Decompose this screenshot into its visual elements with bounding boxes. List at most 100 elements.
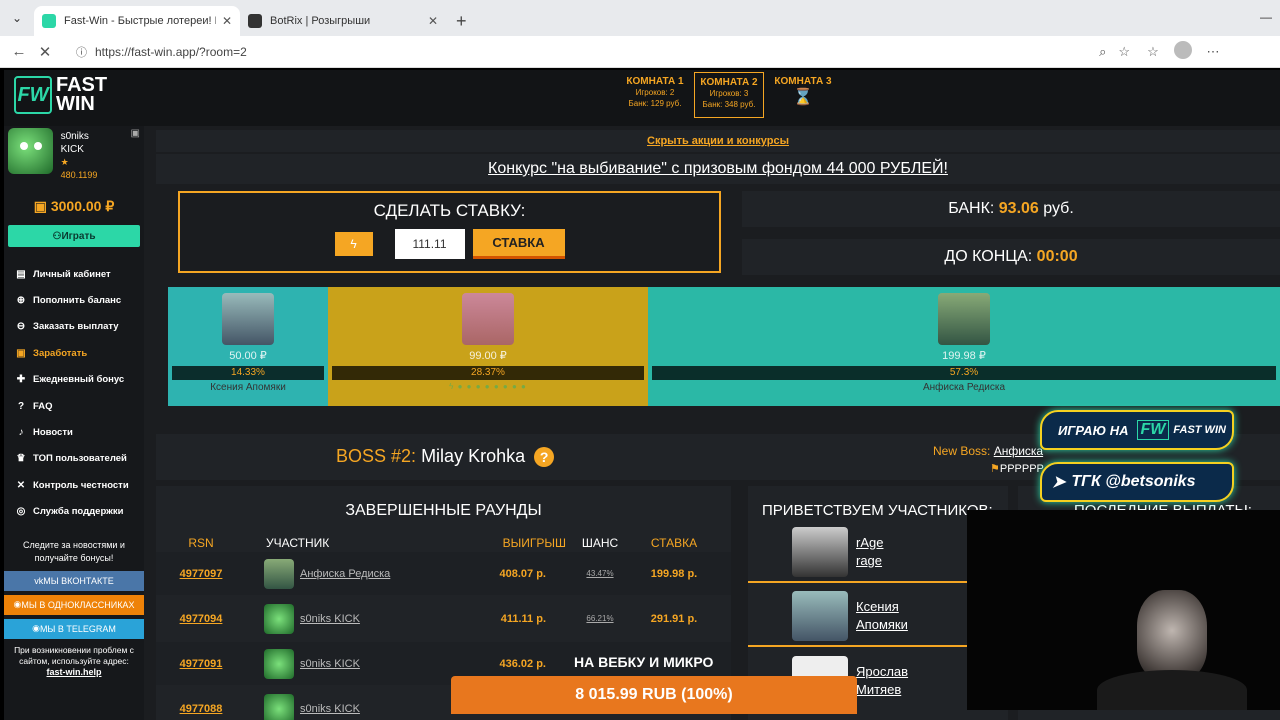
boss-name: Milay Krohka	[421, 446, 526, 466]
back-icon[interactable]: ←	[6, 43, 32, 60]
user-avatar[interactable]	[8, 128, 53, 174]
sidebar-item-withdraw[interactable]: ⊖ Заказать выплату	[4, 314, 144, 340]
sidebar-item-daily-bonus[interactable]: ✚ Ежедневный бонус	[4, 367, 144, 393]
player-segment[interactable]: 50.00 ₽ 14.33% Ксения Апомяки	[168, 287, 328, 406]
lightning-icon[interactable]: ϟ	[334, 232, 373, 256]
member-name-line1: Ксения	[856, 599, 899, 614]
player-segment[interactable]: 99.00 ₽ 28.37% ϟ ● ● ● ● ● ● ● ●	[328, 287, 648, 406]
room-3[interactable]: КОМНАТА 3 ⌛	[768, 72, 838, 118]
row-chance[interactable]: 66.21%	[566, 614, 634, 623]
rounds-title: ЗАВЕРШЕННЫЕ РАУНДЫ	[345, 502, 542, 519]
contest-link[interactable]: Конкурс "на выбивание" с призовым фондом…	[156, 154, 1280, 184]
participant-name: s0niks KICK	[300, 612, 360, 625]
favorites-icon[interactable]: ☆	[1138, 44, 1168, 60]
sidebar-item-faq[interactable]: ? FAQ	[4, 393, 144, 419]
user-icon: ▤	[16, 268, 26, 280]
place-bet-button[interactable]: СТАВКА	[472, 229, 565, 259]
room-selector: КОМНАТА 1 Игроков: 2 Банк: 129 руб. КОМН…	[620, 72, 838, 118]
tab-list-menu-icon[interactable]: ⌄	[0, 0, 34, 36]
row-chance[interactable]: 43.47%	[566, 569, 634, 578]
zoom-icon[interactable]: ⌕	[1099, 44, 1106, 60]
wallet-icon: ▣	[33, 198, 51, 214]
new-boss-name[interactable]: Анфиска	[994, 444, 1043, 458]
telegram-label: МЫ В TELEGRAM	[39, 623, 116, 634]
member-name-line2: rage	[856, 553, 883, 568]
sidebar-item-label: Контроль честности	[33, 479, 129, 491]
row-participant[interactable]: s0niks KICK	[246, 693, 436, 720]
rounds-header: RSN УЧАСТНИК ВЫИГРЫШ ШАНС СТАВКА	[156, 536, 731, 550]
telegram-button[interactable]: ◉ МЫ В TELEGRAM	[4, 618, 144, 639]
sidebar-item-label: Личный кабинет	[33, 268, 111, 280]
bank-label: БАНК:	[948, 200, 995, 217]
new-tab-icon[interactable]: +	[456, 6, 467, 36]
minimize-window-icon[interactable]: —	[1260, 10, 1272, 24]
close-tab-icon[interactable]: ✕	[428, 14, 438, 28]
sidebar-item-label: Заработать	[33, 347, 88, 359]
tab-botrix[interactable]: BotRix | Розыгрыши ✕	[240, 6, 446, 36]
player-badges: ϟ ● ● ● ● ● ● ● ●	[449, 382, 527, 391]
row-participant[interactable]: Анфиска Редиска	[246, 558, 436, 589]
player-name: Ксения Апомяки	[210, 382, 286, 393]
plus-circle-icon: ⊕	[16, 295, 26, 307]
participant-avatar	[264, 558, 294, 589]
ok-label: МЫ В ОДНОКЛАССНИКАХ	[21, 599, 135, 610]
address-bar[interactable]: ⓘ https://fast-win.app/?room=2 ⌕ ☆	[68, 38, 1138, 65]
ok-icon: ◉	[13, 599, 22, 610]
help-info: При возникновении проблем с сайтом, испо…	[4, 643, 144, 680]
sidebar-item-news[interactable]: ♪ Новости	[4, 419, 144, 445]
play-label: Играть	[61, 230, 96, 242]
tab-fast-win[interactable]: Fast-Win - Быстрые лотереи! Ком ✕	[34, 6, 240, 36]
bank-info: БАНК: 93.06 руб.	[742, 191, 1280, 227]
bookmark-star-icon[interactable]: ☆	[1118, 44, 1130, 60]
member-name: Ксения Апомяки	[856, 598, 908, 634]
stop-loading-icon[interactable]: ✕	[32, 43, 58, 61]
row-participant[interactable]: s0niks KICK	[246, 603, 436, 634]
gamepad-icon: ⚇	[52, 230, 62, 242]
member-name: Ярослав Митяев	[856, 663, 908, 699]
play-button[interactable]: ⚇ Играть	[8, 225, 140, 247]
site-info-icon[interactable]: ⓘ	[76, 44, 87, 60]
sidebar-item-top-users[interactable]: ♛ ТОП пользователей	[4, 446, 144, 472]
shuffle-icon: ✕	[16, 479, 26, 491]
profile-avatar-icon[interactable]	[1168, 41, 1198, 62]
ok-button[interactable]: ◉ МЫ В ОДНОКЛАССНИКАХ	[4, 594, 144, 615]
telegram-plane-icon: ➤	[1052, 474, 1066, 491]
close-tab-icon[interactable]: ✕	[222, 14, 232, 28]
site-logo[interactable]: FW FAST WIN	[14, 75, 107, 114]
hide-promo-link[interactable]: Скрыть акции и конкурсы	[156, 130, 1280, 152]
row-rsn[interactable]: 4977097	[156, 568, 246, 580]
bet-panel: СДЕЛАТЬ СТАВКУ: ϟ СТАВКА	[178, 191, 721, 273]
help-link[interactable]: fast-win.help	[46, 667, 101, 677]
boss-number: BOSS #2:	[336, 446, 417, 466]
promo-fw-mark: FW	[1136, 420, 1170, 440]
row-rsn[interactable]: 4977091	[156, 658, 246, 670]
row-participant[interactable]: s0niks KICK	[246, 648, 436, 679]
player-segment[interactable]: 199.98 ₽ 57.3% Анфиска Редиска	[648, 287, 1280, 406]
row-rsn[interactable]: 4977088	[156, 703, 246, 715]
user-balance: ▣ 3000.00 ₽	[4, 198, 144, 215]
sidebar-item-fairness[interactable]: ✕ Контроль честности	[4, 472, 144, 498]
flag-icon: ⚑	[990, 463, 1000, 475]
sidebar-item-support[interactable]: ◎ Служба поддержки	[4, 499, 144, 525]
vk-label: МЫ ВКОНТАКТЕ	[43, 575, 114, 586]
user-points: ★ 480.1199	[60, 157, 98, 180]
sidebar-item-earn[interactable]: ▣ Заработать	[4, 340, 144, 366]
row-win: 411.11 р.	[500, 612, 546, 625]
logout-icon[interactable]: ▣	[131, 128, 140, 182]
bet-row: ϟ СТАВКА	[180, 229, 719, 259]
participant-avatar	[264, 693, 294, 720]
sidebar: s0niks KICK ★ 480.1199 ▣ ▣ 3000.00 ₽ ⚇ И…	[4, 126, 144, 720]
bet-amount-input[interactable]	[394, 229, 465, 259]
user-card: s0niks KICK ★ 480.1199 ▣	[4, 126, 144, 184]
room-1[interactable]: КОМНАТА 1 Игроков: 2 Банк: 129 руб.	[620, 72, 690, 118]
room-2[interactable]: КОМНАТА 2 Игроков: 3 Банк: 348 руб.	[694, 72, 764, 118]
sidebar-item-cabinet[interactable]: ▤ Личный кабинет	[4, 261, 144, 287]
vk-button[interactable]: vk МЫ ВКОНТАКТЕ	[4, 570, 144, 591]
donation-goal-bar: 8 015.99 RUB (100%)	[451, 676, 857, 714]
row-rsn[interactable]: 4977094	[156, 613, 246, 625]
sidebar-item-deposit[interactable]: ⊕ Пополнить баланс	[4, 287, 144, 313]
players-bar: 50.00 ₽ 14.33% Ксения Апомяки 99.00 ₽ 28…	[168, 287, 1280, 406]
player-amount: 99.00 ₽	[469, 350, 507, 362]
more-menu-icon[interactable]: ⋯	[1198, 44, 1228, 60]
boss-help-icon[interactable]: ?	[534, 447, 555, 467]
